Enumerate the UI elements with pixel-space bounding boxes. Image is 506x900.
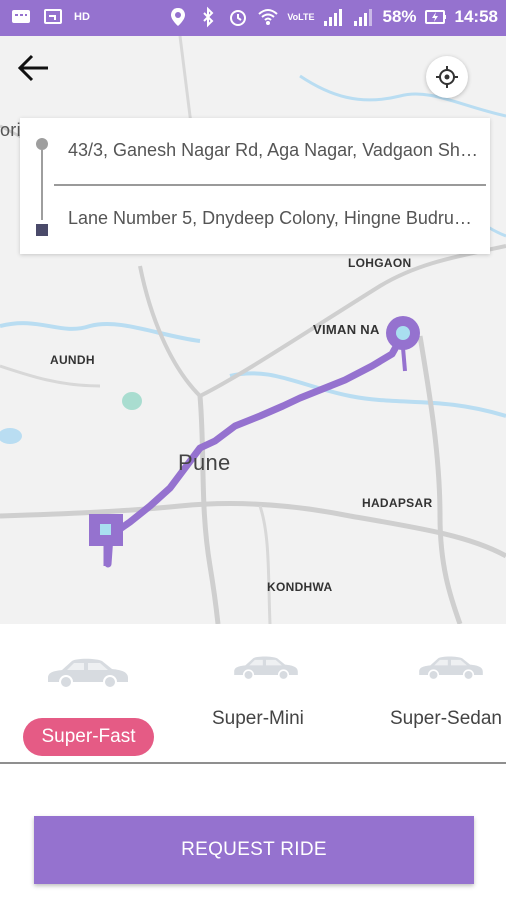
back-arrow-icon [17, 54, 48, 82]
crosshair-icon [436, 66, 458, 88]
screen-cast-icon [42, 6, 64, 28]
my-location-button[interactable] [426, 56, 468, 98]
map-label-edge: ori [0, 120, 21, 140]
car-icon [419, 656, 483, 681]
bluetooth-icon [197, 6, 219, 28]
vehicle-label-super-sedan: Super-Sedan [390, 708, 502, 729]
address-divider [54, 184, 486, 186]
route-address-card: 43/3, Ganesh Nagar Rd, Aga Nagar, Vadgao… [20, 118, 490, 254]
wifi-icon [257, 6, 279, 28]
message-icon [10, 6, 32, 28]
pickup-address-field[interactable]: 43/3, Ganesh Nagar Rd, Aga Nagar, Vadgao… [68, 140, 480, 161]
map-label-lohgaon: LOHGAON [348, 256, 412, 270]
hd-indicator: HD [74, 11, 90, 23]
route-line [104, 332, 406, 568]
battery-percent: 58% [382, 7, 417, 26]
location-icon [167, 6, 189, 28]
map-label-pune: Pune [178, 450, 231, 475]
vehicle-label-super-fast: Super-Fast [23, 718, 154, 756]
car-icon [234, 656, 298, 681]
alarm-icon [227, 6, 249, 28]
status-left-icons: HD [10, 6, 90, 28]
status-right-icons: VoLTE 58% 14:58 [167, 6, 498, 28]
back-button[interactable] [14, 48, 54, 88]
signal-icon [322, 6, 344, 28]
dropoff-square-icon [36, 224, 48, 236]
vehicle-label-super-mini: Super-Mini [212, 708, 304, 729]
vehicle-options: Super-Fast Super-Mini Super-Sedan [0, 624, 506, 764]
car-icon [48, 658, 128, 689]
battery-charging-icon [424, 6, 447, 28]
dropoff-address-field[interactable]: Lane Number 5, Dnydeep Colony, Hingne Bu… [68, 208, 480, 229]
signal-icon-secondary [352, 6, 374, 28]
map-label-viman-nagar: VIMAN NA [313, 322, 380, 337]
volte-indicator: VoLTE [287, 12, 315, 22]
pickup-dot-icon [36, 138, 48, 150]
request-ride-button[interactable]: REQUEST RIDE [34, 816, 474, 884]
map-label-hadapsar: HADAPSAR [362, 496, 433, 510]
origin-marker [386, 316, 420, 350]
route-connector [41, 150, 43, 220]
status-bar: HD VoLTE 58% 14:58 [0, 0, 506, 36]
clock: 14:58 [454, 7, 498, 26]
map-label-kondhwa: KONDHWA [267, 580, 333, 594]
destination-marker [89, 514, 123, 566]
map-label-aundh: AUNDH [50, 353, 95, 367]
